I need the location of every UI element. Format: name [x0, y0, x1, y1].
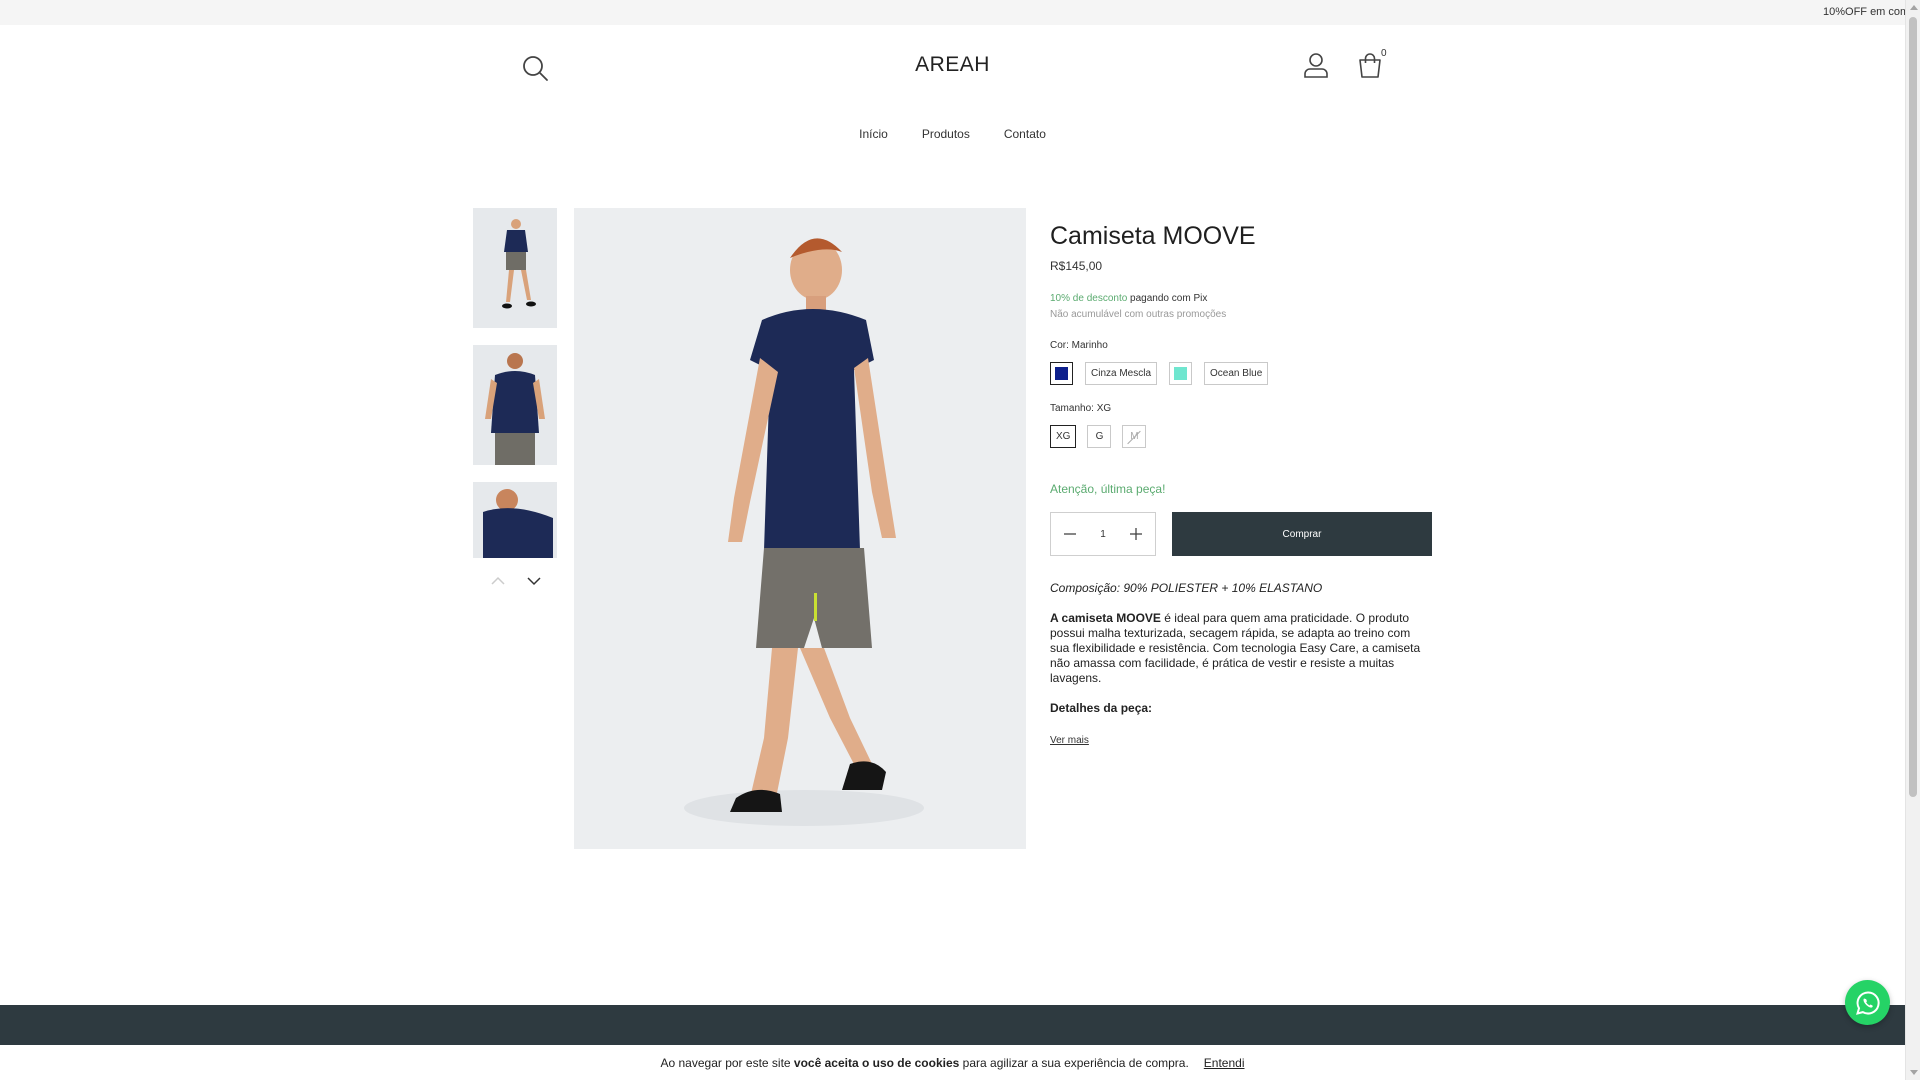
size-option-xg[interactable]: XG — [1050, 425, 1077, 448]
stock-alert: Atenção, última peça! — [1050, 482, 1166, 496]
quantity-input[interactable] — [1088, 528, 1118, 540]
nav-item-inicio[interactable]: Início — [859, 127, 888, 141]
cookie-banner: Ao navegar por este site você aceita o u… — [0, 1045, 1905, 1080]
shopping-bag-icon — [1359, 53, 1381, 78]
size-option-m[interactable]: M — [1122, 425, 1147, 448]
pix-discount-note: Não acumulável com outras promoções — [1050, 309, 1227, 320]
plus-icon[interactable] — [1127, 525, 1145, 543]
announcement-bar: 10%OFF em comp — [0, 0, 1905, 25]
whatsapp-icon — [1855, 990, 1880, 1015]
account-button[interactable] — [1303, 52, 1329, 78]
product-title: Camiseta MOOVE — [1050, 222, 1256, 250]
size-variant-label: Tamanho: XG — [1050, 403, 1112, 414]
color-option-marinho[interactable] — [1050, 362, 1073, 385]
see-more-link[interactable]: Ver mais — [1050, 735, 1089, 746]
user-icon — [1304, 53, 1328, 78]
product-info: Camiseta MOOVE R$145,00 10% de desconto … — [1050, 222, 1432, 320]
minus-icon[interactable] — [1061, 525, 1079, 543]
cart-button[interactable] — [1356, 52, 1384, 80]
pix-discount-suffix: pagando com Pix — [1127, 293, 1208, 304]
scroll-up-arrow[interactable] — [1910, 5, 1918, 10]
cookie-accept-button[interactable]: Entendi — [1204, 1056, 1245, 1070]
color-option-verde-agua[interactable] — [1169, 362, 1193, 385]
color-option-cinza-mescla[interactable]: Cinza Mescla — [1085, 362, 1158, 385]
color-variant-label: Cor: Marinho — [1050, 340, 1108, 351]
details-title: Detalhes da peça: — [1050, 701, 1153, 715]
whatsapp-button[interactable] — [1845, 980, 1890, 1025]
color-option-ocean-blue[interactable]: Ocean Blue — [1204, 362, 1269, 385]
product-thumbnail-3[interactable] — [473, 482, 557, 558]
search-icon — [523, 56, 548, 81]
thumbnail-navigation — [488, 572, 544, 590]
nav-item-contato[interactable]: Contato — [1004, 127, 1046, 141]
cart-count-badge: 0 — [1381, 48, 1387, 59]
pix-discount-line: 10% de desconto pagando com Pix — [1050, 293, 1432, 304]
product-description: A camiseta MOOVE é ideal para quem ama p… — [1050, 611, 1432, 686]
scroll-down-arrow[interactable] — [1910, 1070, 1918, 1075]
pix-discount-highlight: 10% de desconto — [1050, 293, 1128, 304]
description-bold: A camiseta MOOVE — [1050, 611, 1161, 625]
chevron-up-icon[interactable] — [488, 572, 508, 590]
cookie-text-bold: você aceita o uso de cookies — [793, 1055, 960, 1070]
quantity-stepper — [1050, 512, 1156, 556]
store-logo[interactable]: AREAH — [880, 53, 1025, 77]
size-options: XG G M — [1050, 425, 1147, 448]
cookie-text-prefix: Ao navegar por este site — [660, 1055, 791, 1070]
color-options: Cinza Mescla Ocean Blue — [1050, 362, 1269, 385]
product-thumbnail-1[interactable] — [473, 208, 557, 328]
color-chip — [1174, 367, 1188, 380]
page-scrollbar[interactable] — [1905, 0, 1920, 1080]
product-composition: Composição: 90% POLIESTER + 10% ELASTANO — [1050, 581, 1323, 595]
product-main-image[interactable] — [574, 208, 1026, 849]
chevron-down-icon[interactable] — [524, 572, 544, 590]
product-price: R$145,00 — [1050, 259, 1103, 273]
cookie-text-suffix: para agilizar a sua experiência de compr… — [962, 1055, 1189, 1070]
size-option-g[interactable]: G — [1087, 425, 1112, 448]
announcement-text: 10%OFF em comp — [1823, 6, 1905, 18]
search-button[interactable] — [521, 54, 549, 82]
buy-button[interactable]: Comprar — [1172, 512, 1432, 556]
main-nav: Início Produtos Contato — [0, 127, 1905, 141]
scrollbar-thumb[interactable] — [1909, 17, 1917, 797]
color-chip — [1055, 367, 1068, 380]
product-thumbnail-2[interactable] — [473, 345, 557, 465]
nav-item-produtos[interactable]: Produtos — [922, 127, 970, 141]
